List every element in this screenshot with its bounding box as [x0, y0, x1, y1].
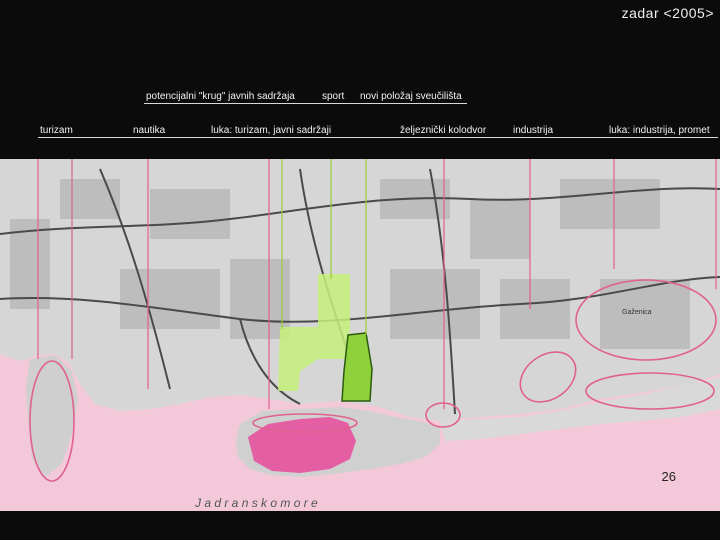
green-zone-university [341, 332, 373, 402]
annotation-rule-bottom [38, 137, 718, 138]
sea-label: J a d r a n s k o m o r e [194, 496, 318, 510]
label-university: novi položaj sveučilišta [360, 91, 462, 102]
label-public-ring: potencijalni "krug" javnih sadržaja [146, 91, 295, 102]
label-industry: industrija [513, 125, 554, 136]
label-nautics: nautika [133, 125, 166, 136]
annotation-rule-top [144, 103, 467, 104]
label-sport: sport [322, 91, 345, 102]
city-map: Gaženica J a d r a n s k o m o r e 26 [0, 159, 720, 511]
slide-title: zadar <2005> [621, 5, 714, 21]
district-label: Gaženica [622, 309, 652, 316]
label-port-tourism: luka: turizam, javni sadržaji [211, 125, 332, 136]
label-railway-station: željeznički kolodvor [400, 125, 487, 136]
page-number: 26 [661, 469, 676, 484]
label-tourism: turizam [40, 125, 73, 136]
label-port-industry: luka: industrija, promet [609, 125, 710, 136]
city-map-drawing: Gaženica J a d r a n s k o m o r e [0, 159, 720, 511]
